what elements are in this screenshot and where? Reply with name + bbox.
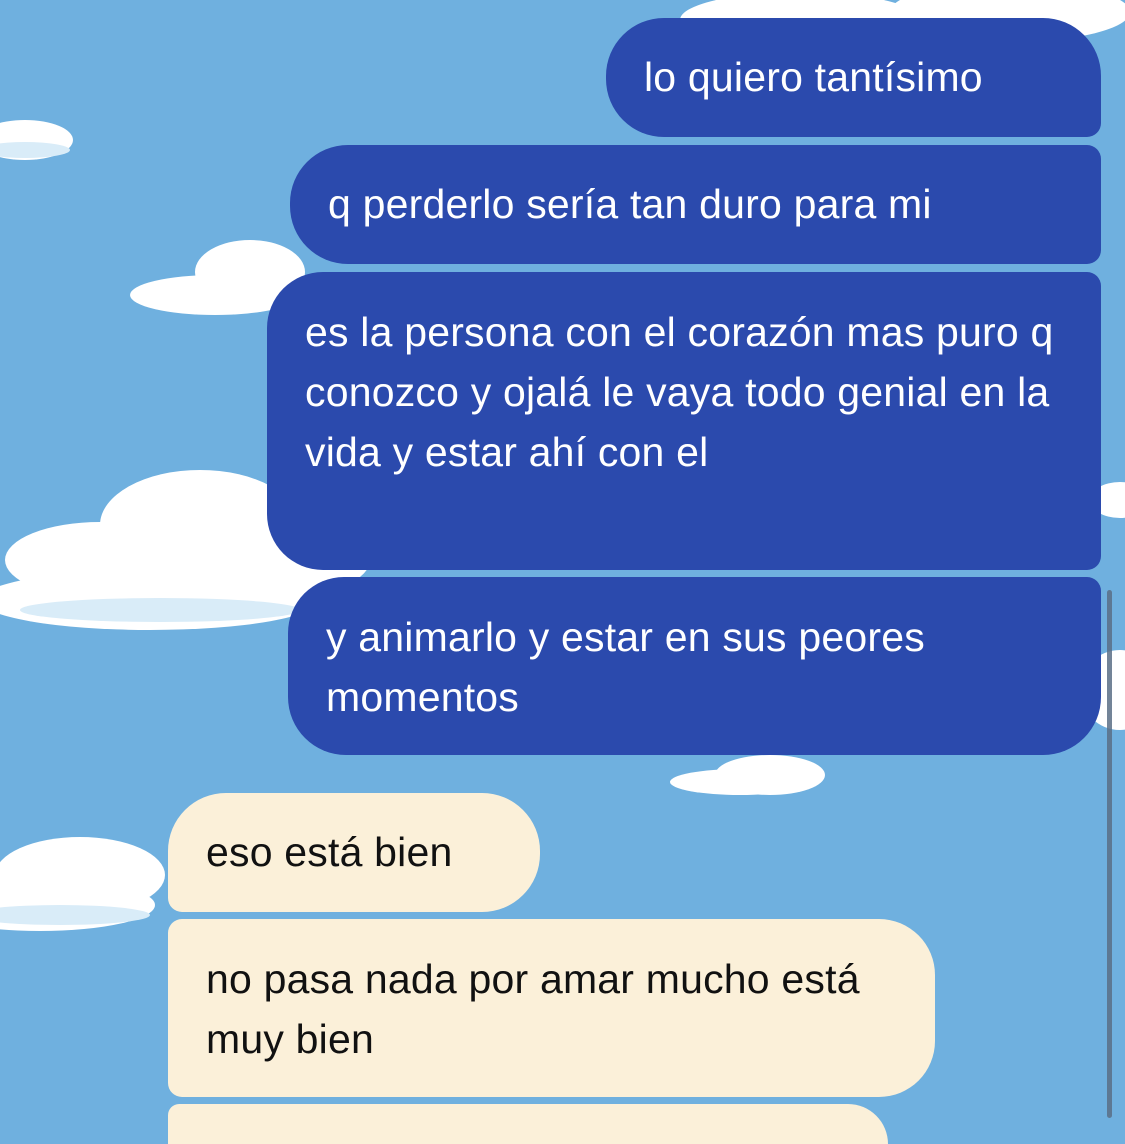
message-bubble-incoming[interactable]: no pasa nada por amar mucho está muy bie… (168, 919, 935, 1097)
message-bubble-outgoing[interactable]: y animarlo y estar en sus peores momento… (288, 577, 1101, 755)
message-bubble-outgoing[interactable]: q perderlo sería tan duro para mi (290, 145, 1101, 264)
message-bubble-incoming[interactable]: eso está bien (168, 793, 540, 912)
message-bubble-outgoing[interactable]: lo quiero tantísimo (606, 18, 1101, 137)
message-bubble-incoming[interactable] (168, 1104, 888, 1144)
scroll-indicator[interactable] (1107, 590, 1112, 1118)
message-bubble-outgoing[interactable]: es la persona con el corazón mas puro q … (267, 272, 1101, 570)
